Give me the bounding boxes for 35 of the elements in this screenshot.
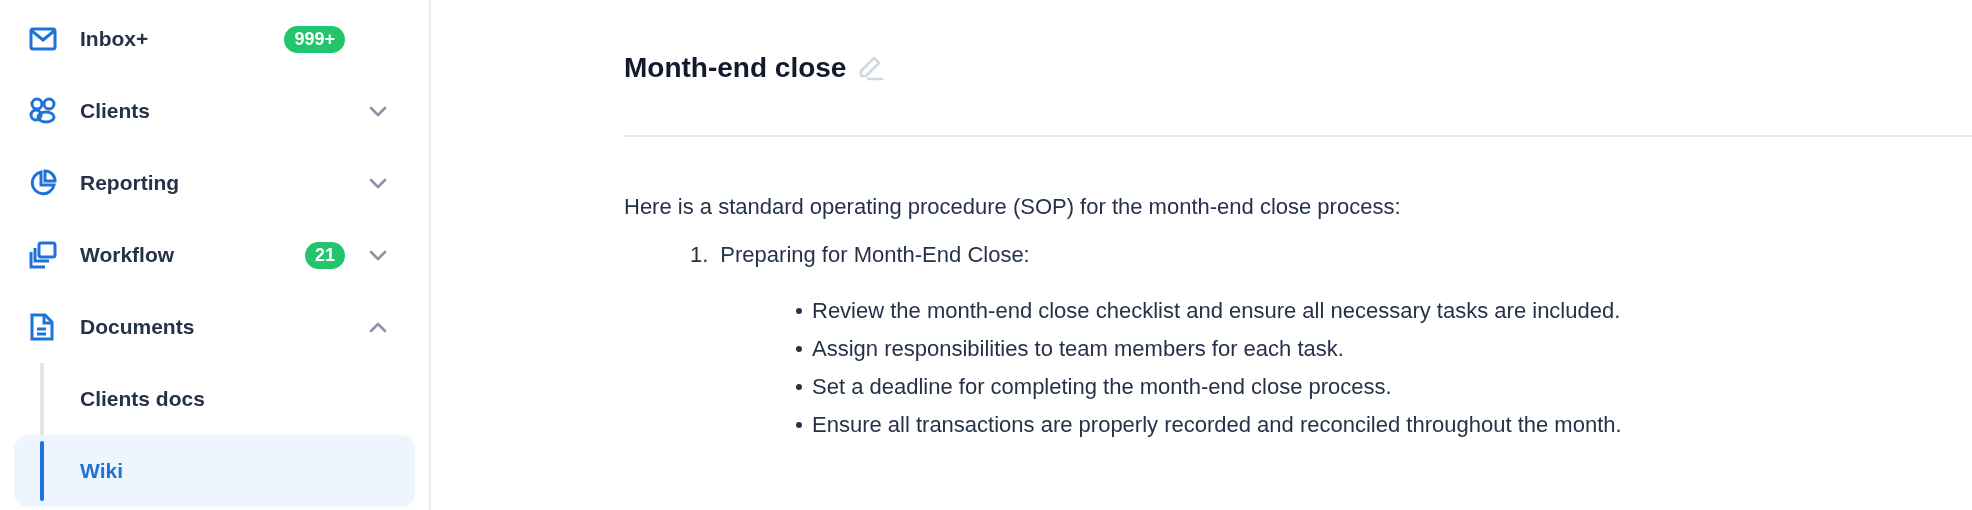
nav-label: Documents [80,315,195,339]
nav-item[interactable]: Clients [14,75,415,147]
nav-item[interactable]: Documents [14,291,415,363]
bullet-text: Assign responsibilities to team members for each task. [812,336,1344,362]
chevron-icon[interactable] [369,177,387,189]
chevron-icon[interactable] [369,321,387,333]
page-title: Month-end close [624,51,847,84]
nav-item[interactable]: Reporting [14,147,415,219]
bullet-icon [796,384,802,390]
sub-nav-item[interactable]: Wiki [14,435,415,507]
document-icon [29,313,55,341]
bullet-icon [796,346,802,352]
step-title: Preparing for Month-End Close: [720,242,1030,268]
bullet-text: Ensure all transactions are properly recorded and reconciled throughout the month. [812,412,1622,438]
nav-item[interactable]: Workflow 21 [14,219,415,291]
nav-label: Workflow [80,243,175,267]
count-badge: 21 [304,241,345,269]
chevron-icon[interactable] [369,105,387,117]
intro-paragraph: Here is a standard operating procedure (SOP) for the month-end close process: [624,194,1402,220]
bullet-icon [796,308,802,314]
sub-nav-item[interactable]: Clients docs [14,363,415,435]
nav-label: Clients [80,99,150,123]
nav-item[interactable]: Inbox+ 999+ [14,3,415,75]
mail-icon [29,27,57,51]
nav-label: Reporting [80,171,180,195]
step-number: 1. [690,242,709,268]
stacked-squares-icon [29,241,57,269]
nav-label: Inbox+ [80,27,149,51]
bullet-text: Set a deadline for completing the month-end close process. [812,374,1392,400]
people-icon [29,97,57,125]
bullet-text: Review the month-end close checklist and ensure all necessary tasks are included. [812,298,1621,324]
chevron-icon[interactable] [369,249,387,261]
pie-chart-icon [29,169,57,197]
count-badge: 999+ [284,25,345,53]
bullet-icon [796,422,802,428]
